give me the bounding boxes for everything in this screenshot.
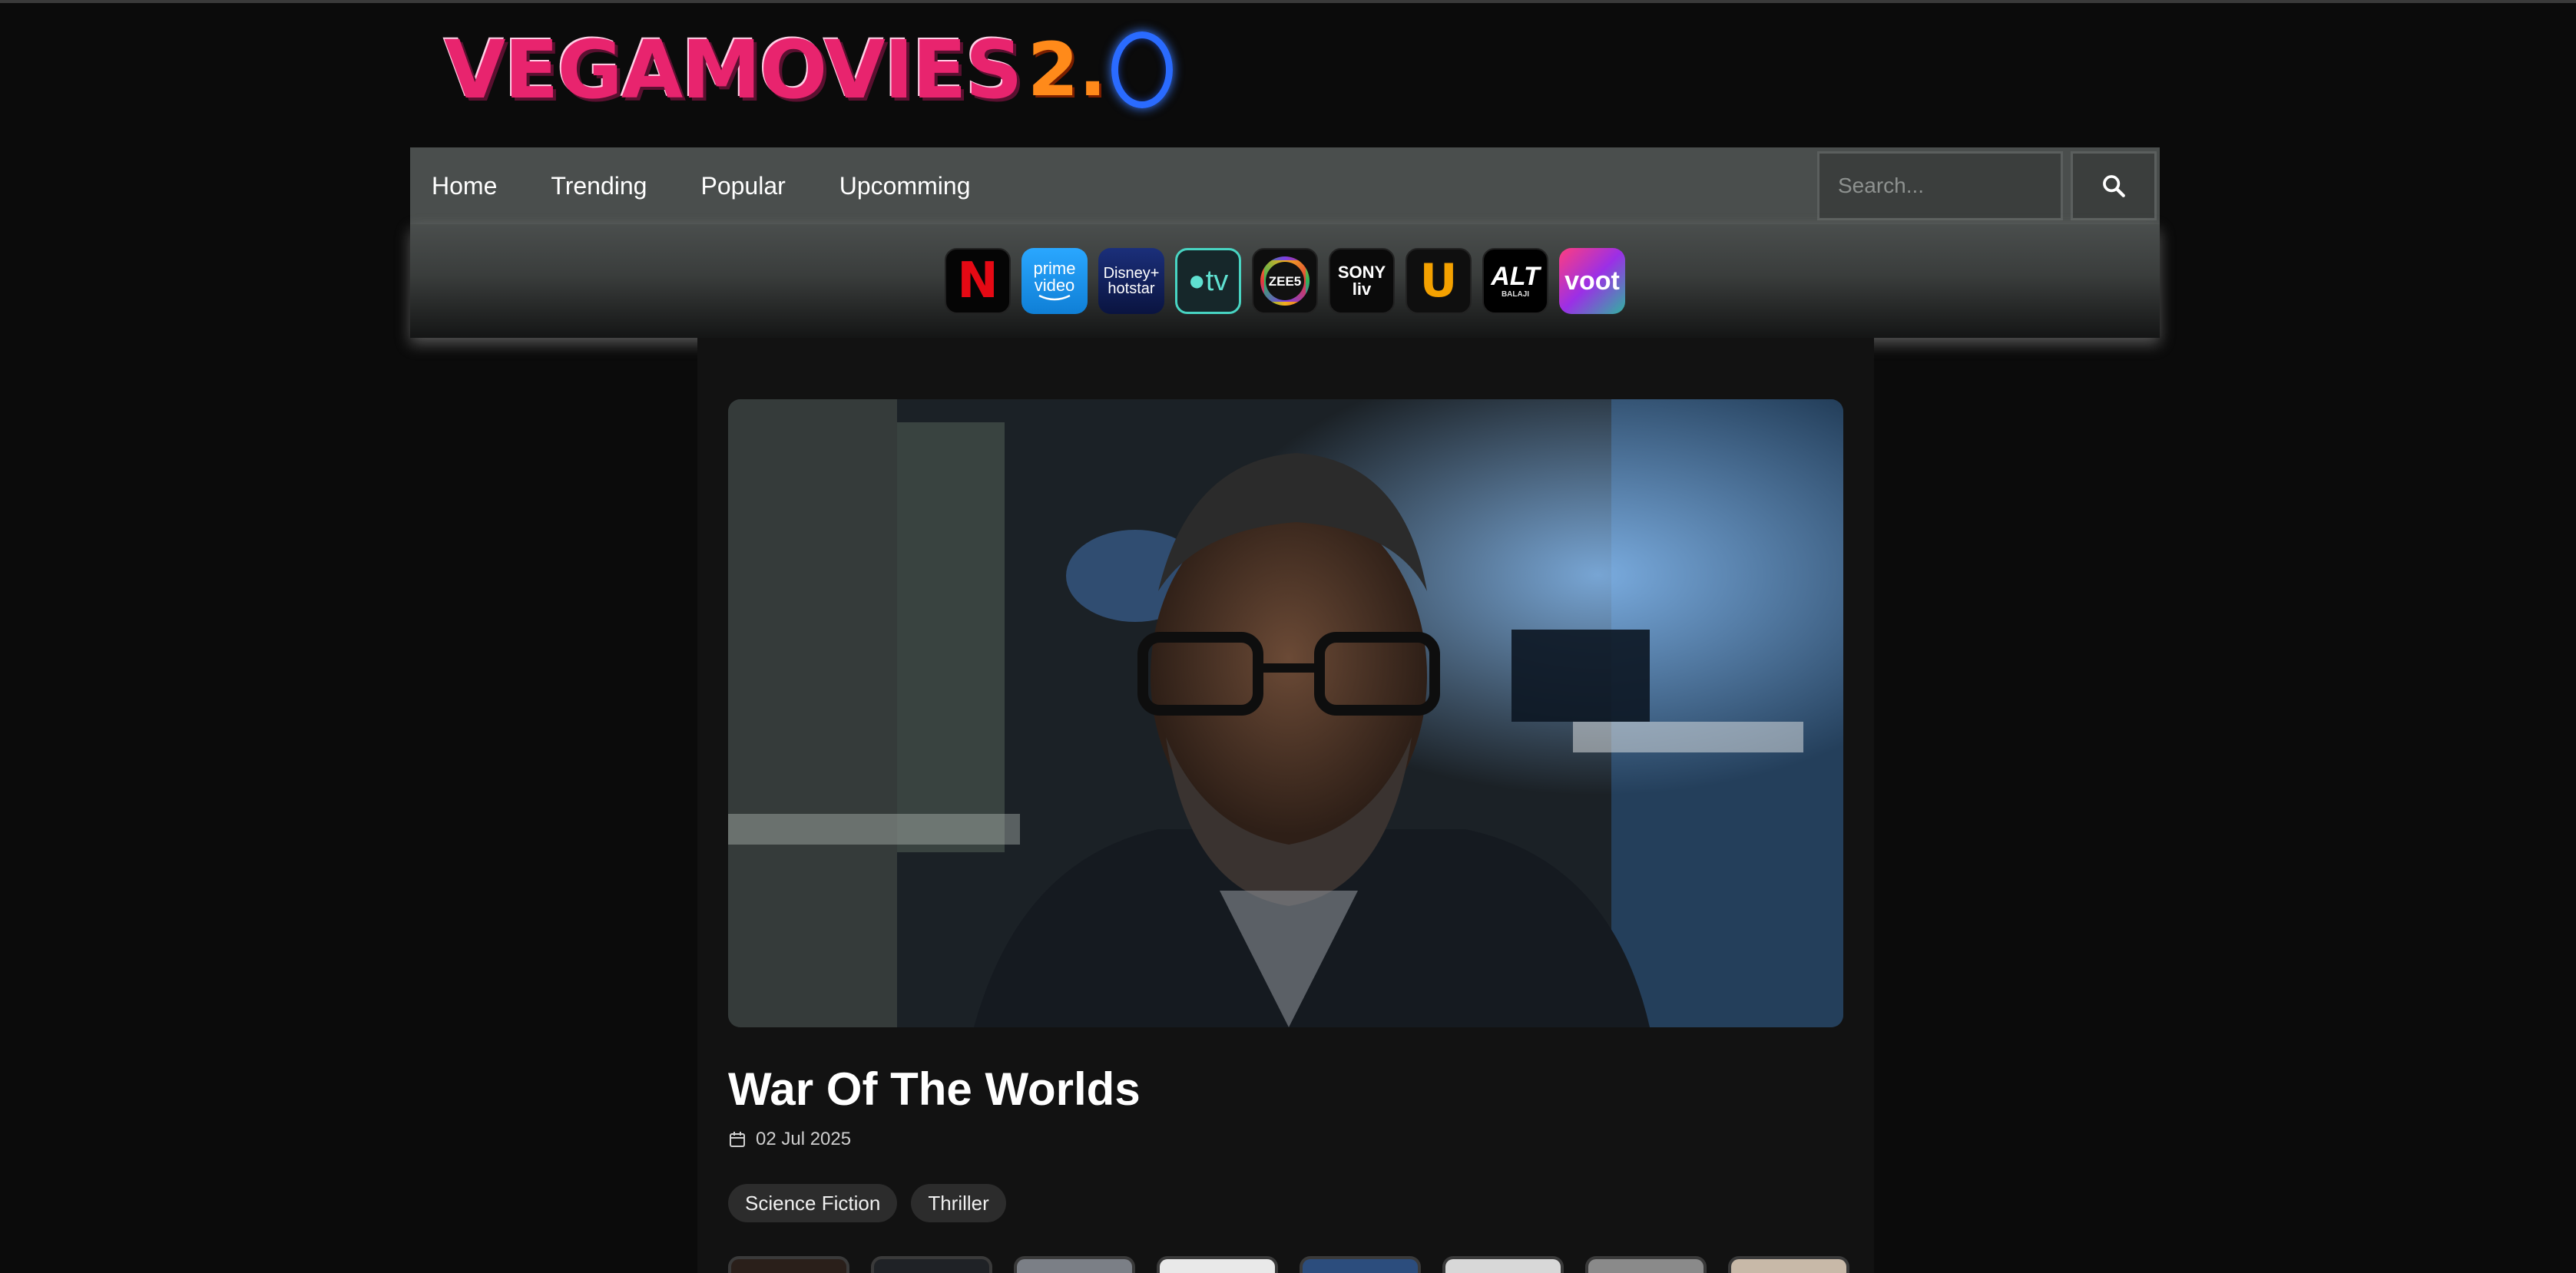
genre-science-fiction[interactable]: Science Fiction	[728, 1184, 898, 1222]
search-area	[1817, 147, 2160, 224]
release-date-text: 02 Jul 2025	[756, 1129, 852, 1149]
apple-icon: ●	[1187, 265, 1206, 297]
sony-liv-label: SONY liv	[1337, 263, 1386, 299]
cast-thumbnail[interactable]	[1014, 1256, 1135, 1273]
apple-tv-label: ●tv	[1188, 266, 1229, 296]
voot-label: voot	[1564, 266, 1620, 296]
platform-voot[interactable]: voot	[1559, 248, 1625, 314]
nav-upcomming[interactable]: Upcomming	[839, 172, 971, 200]
calendar-icon	[730, 1132, 745, 1147]
zee5-label: ZEE5	[1268, 273, 1302, 289]
balaji-label: BALAJI	[1501, 290, 1530, 299]
platform-disney-hotstar[interactable]: Disney+ hotstar	[1098, 248, 1164, 314]
window-top-border	[0, 0, 2576, 3]
cast-thumbnail[interactable]	[1728, 1256, 1849, 1273]
site-logo[interactable]: VEGAMOVIES 2.	[444, 28, 1173, 112]
ullu-logo-icon: U	[1419, 254, 1458, 308]
apple-tv-text: tv	[1205, 265, 1229, 297]
platform-ullu[interactable]: U	[1406, 248, 1472, 314]
poster-image	[728, 399, 1843, 1027]
platform-prime-video[interactable]: prime video	[1021, 248, 1088, 314]
cast-thumbnail[interactable]	[1442, 1256, 1564, 1273]
platform-apple-tv[interactable]: ●tv	[1175, 248, 1241, 314]
search-button[interactable]	[2071, 151, 2157, 220]
netflix-logo-icon: N	[957, 253, 998, 309]
platforms-strip: N prime video Disney+ hotstar ●tv ZEE5 S…	[410, 224, 2160, 338]
platform-netflix[interactable]: N	[945, 248, 1011, 314]
search-icon	[2103, 175, 2125, 197]
cast-thumbnail[interactable]	[728, 1256, 849, 1273]
logo-suffix: 2.	[1027, 27, 1107, 113]
search-input[interactable]	[1817, 151, 2063, 220]
disney-hotstar-label: Disney+ hotstar	[1103, 265, 1160, 297]
nav-popular[interactable]: Popular	[700, 172, 785, 200]
genre-list: Science Fiction Thriller	[728, 1184, 1020, 1222]
cast-thumbnail[interactable]	[871, 1256, 992, 1273]
cast-thumbnail[interactable]	[1300, 1256, 1421, 1273]
nav-home[interactable]: Home	[432, 172, 497, 200]
movie-poster[interactable]	[728, 399, 1843, 1027]
logo-ring-icon	[1111, 31, 1173, 108]
genre-thriller[interactable]: Thriller	[911, 1184, 1006, 1222]
nav-trending[interactable]: Trending	[551, 172, 647, 200]
platform-zee5[interactable]: ZEE5	[1252, 248, 1318, 314]
page: VEGAMOVIES 2. Home Trending Popular Upco…	[0, 0, 2576, 1273]
cast-list	[728, 1256, 1871, 1273]
amazon-smile-icon	[1038, 294, 1071, 301]
release-date: 02 Jul 2025	[728, 1129, 851, 1150]
logo-text: VEGAMOVIES	[444, 23, 1023, 117]
main-navbar: Home Trending Popular Upcomming	[410, 147, 2160, 224]
platform-alt-balaji[interactable]: ALT BALAJI	[1482, 248, 1548, 314]
movie-content: War Of The Worlds 02 Jul 2025 Science Fi…	[697, 338, 1874, 1273]
cast-thumbnail[interactable]	[1585, 1256, 1707, 1273]
platform-sony-liv[interactable]: SONY liv	[1329, 248, 1395, 314]
zee5-ring-icon: ZEE5	[1260, 256, 1310, 306]
cast-thumbnail[interactable]	[1157, 1256, 1278, 1273]
prime-video-label: prime video	[1033, 259, 1076, 295]
alt-label: ALT	[1491, 262, 1540, 291]
movie-title: War Of The Worlds	[728, 1063, 1141, 1115]
